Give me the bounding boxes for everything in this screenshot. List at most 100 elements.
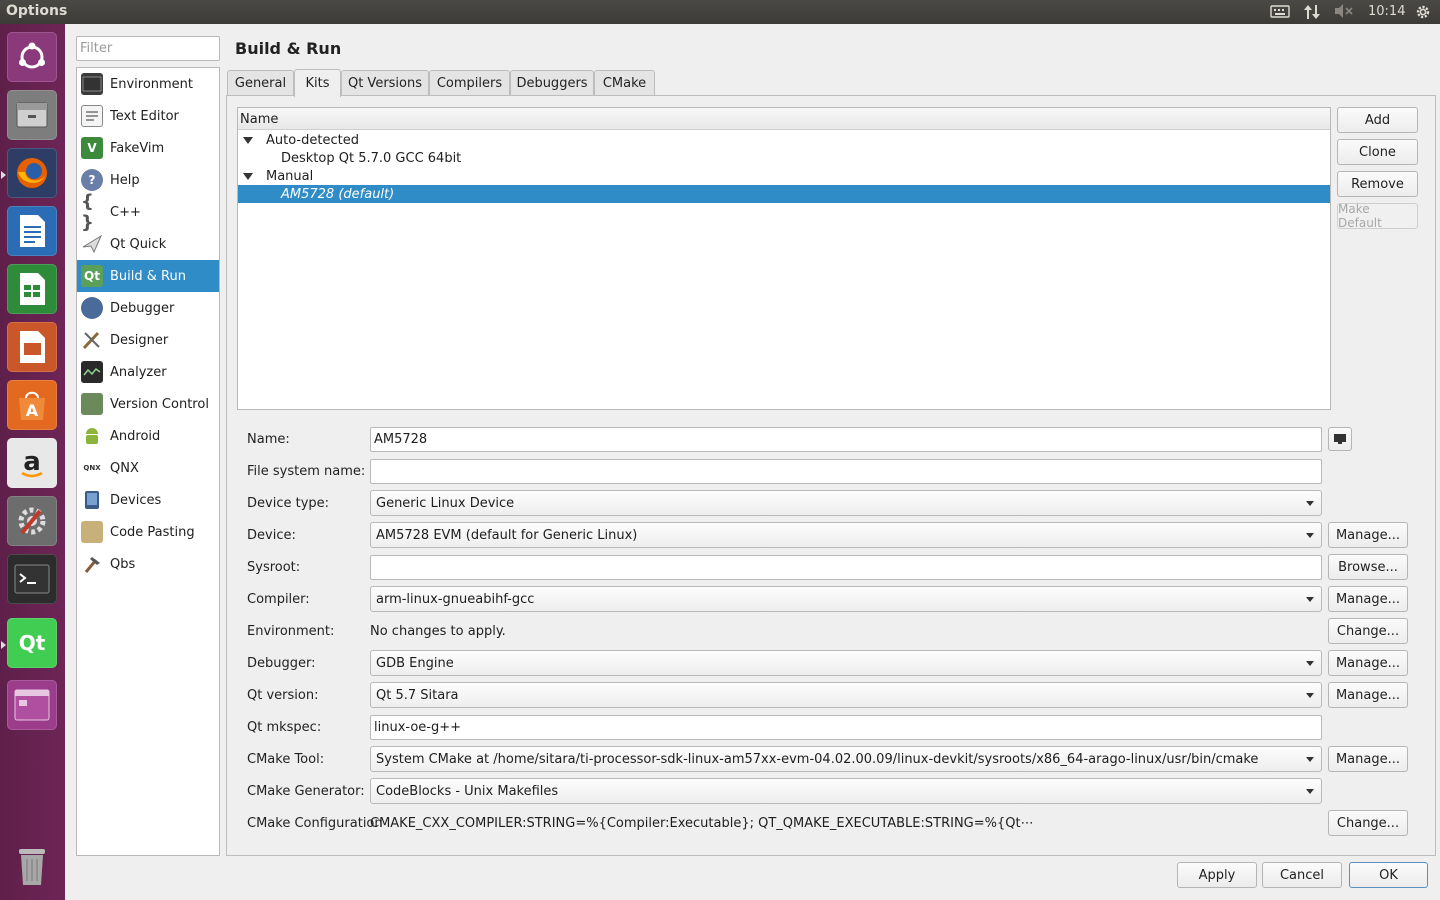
sysroot-field[interactable] — [370, 555, 1322, 580]
network-icon[interactable] — [1303, 3, 1321, 21]
ubuntu-dash-icon[interactable] — [7, 32, 57, 82]
qt-quick-icon — [81, 233, 103, 255]
tab-debuggers[interactable]: Debuggers — [510, 70, 594, 96]
apply-button[interactable]: Apply — [1177, 862, 1257, 888]
cancel-button[interactable]: Cancel — [1262, 862, 1342, 888]
device-manage-button[interactable]: Manage... — [1328, 522, 1408, 548]
category-devices[interactable]: Devices — [77, 484, 219, 516]
expand-arrow-icon[interactable] — [243, 136, 253, 144]
debugger-manage-button[interactable]: Manage... — [1328, 650, 1408, 676]
clone-kit-button[interactable]: Clone — [1337, 139, 1418, 165]
software-center-icon[interactable]: A — [7, 380, 57, 430]
combo-value: CodeBlocks - Unix Makefiles — [376, 784, 559, 799]
cmake-config-label: CMake Configuration — [247, 816, 383, 831]
tree-group-label: Auto-detected — [266, 132, 359, 148]
workspace-icon[interactable] — [7, 680, 57, 730]
make-default-button[interactable]: Make Default — [1337, 202, 1418, 230]
kits-tab-pane: Name Auto-detected Desktop Qt 5.7.0 GCC … — [226, 95, 1436, 856]
category-build-run[interactable]: Qt Build & Run — [77, 260, 219, 292]
category-qt-quick[interactable]: Qt Quick — [77, 228, 219, 260]
clock[interactable]: 10:14 — [1368, 4, 1405, 19]
category-debugger[interactable]: Debugger — [77, 292, 219, 324]
filter-input[interactable] — [76, 36, 220, 61]
category-designer[interactable]: Designer — [77, 324, 219, 356]
files-icon[interactable] — [7, 90, 57, 140]
fs-name-field[interactable] — [370, 459, 1322, 484]
tab-compilers[interactable]: Compilers — [429, 70, 510, 96]
category-label: Help — [110, 172, 140, 188]
cmake-tool-label: CMake Tool: — [247, 752, 325, 767]
combo-value: System CMake at /home/sitara/ti-processo… — [376, 752, 1259, 767]
dropdown-arrow-icon — [1306, 661, 1314, 666]
tab-cmake[interactable]: CMake — [594, 70, 655, 96]
category-label: Environment — [110, 76, 194, 92]
name-field[interactable]: AM5728 — [370, 427, 1322, 452]
tree-item-desktop-kit[interactable]: Desktop Qt 5.7.0 GCC 64bit — [238, 149, 1330, 167]
tree-group-manual[interactable]: Manual — [238, 167, 1330, 185]
qt-mkspec-label: Qt mkspec: — [247, 720, 322, 735]
device-icon-button[interactable] — [1328, 427, 1352, 451]
tab-kits[interactable]: Kits — [294, 69, 341, 97]
category-label: Devices — [110, 492, 162, 508]
category-code-pasting[interactable]: Code Pasting — [77, 516, 219, 548]
trash-icon[interactable] — [7, 840, 57, 890]
category-qnx[interactable]: QNX QNX — [77, 452, 219, 484]
cmake-tool-combo[interactable]: System CMake at /home/sitara/ti-processo… — [370, 746, 1322, 772]
compiler-combo[interactable]: arm-linux-gnueabihf-gcc — [370, 586, 1322, 612]
compiler-label: Compiler: — [247, 592, 310, 607]
system-settings-icon[interactable] — [7, 496, 57, 546]
keyboard-icon[interactable] — [1270, 3, 1290, 21]
category-android[interactable]: Android — [77, 420, 219, 452]
category-label: Text Editor — [110, 108, 179, 124]
category-version-control[interactable]: Version Control — [77, 388, 219, 420]
category-label: Build & Run — [110, 268, 186, 284]
environment-change-button[interactable]: Change... — [1328, 618, 1408, 644]
cmake-generator-label: CMake Generator: — [247, 784, 365, 799]
calc-icon[interactable] — [7, 264, 57, 314]
tree-item-am5728-kit[interactable]: AM5728 (default) — [238, 185, 1330, 203]
firefox-icon[interactable] — [7, 148, 57, 198]
category-environment[interactable]: Environment — [77, 68, 219, 100]
impress-icon[interactable] — [7, 322, 57, 372]
qt-version-manage-button[interactable]: Manage... — [1328, 682, 1408, 708]
device-type-combo[interactable]: Generic Linux Device — [370, 490, 1322, 516]
android-icon — [81, 425, 103, 447]
kits-tree[interactable]: Name Auto-detected Desktop Qt 5.7.0 GCC … — [237, 107, 1331, 410]
tree-header-name[interactable]: Name — [238, 108, 1330, 130]
remove-kit-button[interactable]: Remove — [1337, 171, 1418, 197]
fakevim-icon: V — [81, 137, 103, 159]
tab-qt-versions[interactable]: Qt Versions — [341, 70, 429, 96]
dropdown-arrow-icon — [1306, 789, 1314, 794]
text-editor-icon — [81, 105, 103, 127]
compiler-manage-button[interactable]: Manage... — [1328, 586, 1408, 612]
category-fakevim[interactable]: V FakeVim — [77, 132, 219, 164]
add-kit-button[interactable]: Add — [1337, 107, 1418, 133]
device-label: Device: — [247, 528, 296, 543]
tree-group-auto-detected[interactable]: Auto-detected — [238, 131, 1330, 149]
ok-button[interactable]: OK — [1349, 862, 1428, 888]
settings-gear-icon[interactable] — [1414, 3, 1432, 21]
category-qbs[interactable]: Qbs — [77, 548, 219, 580]
dropdown-arrow-icon — [1306, 501, 1314, 506]
combo-value: GDB Engine — [376, 656, 454, 671]
name-label: Name: — [247, 432, 290, 447]
cmake-tool-manage-button[interactable]: Manage... — [1328, 746, 1408, 772]
category-analyzer[interactable]: Analyzer — [77, 356, 219, 388]
terminal-icon[interactable] — [7, 554, 57, 604]
category-text-editor[interactable]: Text Editor — [77, 100, 219, 132]
qt-version-combo[interactable]: Qt 5.7 Sitara — [370, 682, 1322, 708]
device-combo[interactable]: AM5728 EVM (default for Generic Linux) — [370, 522, 1322, 548]
qt-creator-icon[interactable]: Qt — [7, 618, 57, 668]
cmake-generator-combo[interactable]: CodeBlocks - Unix Makefiles — [370, 778, 1322, 804]
volume-muted-icon[interactable] — [1333, 3, 1355, 21]
writer-icon[interactable] — [7, 206, 57, 256]
debugger-combo[interactable]: GDB Engine — [370, 650, 1322, 676]
sysroot-browse-button[interactable]: Browse... — [1328, 554, 1408, 580]
cmake-config-change-button[interactable]: Change... — [1328, 810, 1408, 836]
dropdown-arrow-icon — [1306, 597, 1314, 602]
amazon-icon[interactable]: a — [7, 438, 57, 488]
category-cpp[interactable]: { } C++ — [77, 191, 219, 233]
expand-arrow-icon[interactable] — [243, 172, 253, 180]
qt-mkspec-field[interactable]: linux-oe-g++ — [370, 715, 1322, 740]
tab-general[interactable]: General — [227, 70, 294, 96]
